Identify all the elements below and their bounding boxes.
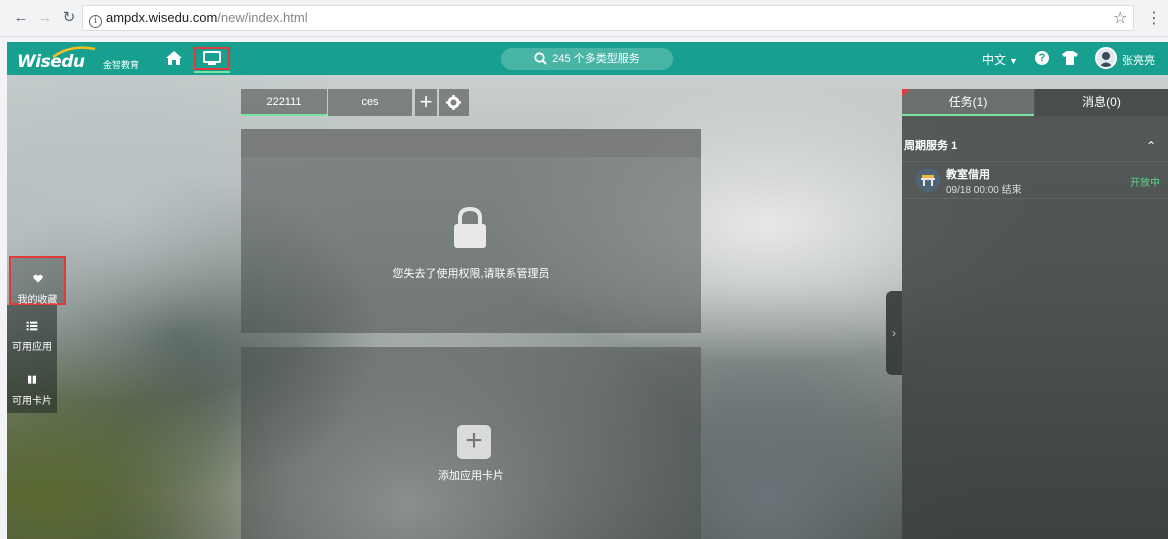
section-title: 周期服务 (904, 140, 948, 152)
forward-arrow-icon[interactable]: → (36, 9, 54, 27)
reload-icon[interactable]: ↻ (60, 9, 78, 27)
tab-222111[interactable]: 222111 (241, 89, 327, 116)
service-count-label: 245 个多类型服务 (552, 53, 640, 65)
panel-tabs: 任务(1) 消息(0) (902, 89, 1168, 116)
left-nav-label: 可用应用 (12, 342, 52, 353)
left-nav: 我的收藏 可用应用 可用卡片 (7, 256, 66, 413)
chevron-up-icon[interactable]: ⌃ (1146, 135, 1156, 157)
left-nav-favorites[interactable]: 我的收藏 (9, 256, 66, 306)
chevron-right-icon: › (892, 326, 896, 340)
brand-name-cn: 金智教育 (103, 60, 140, 70)
help-icon[interactable]: ? (1035, 51, 1049, 65)
heart-icon (32, 274, 43, 283)
left-nav-label: 我的收藏 (17, 295, 58, 306)
username[interactable]: 张亮亮 (1122, 52, 1155, 68)
address-bar[interactable]: i ampdx.wisedu.com/new/index.html (82, 5, 1134, 31)
url-path: /new/index.html (217, 10, 308, 25)
bookmark-star-icon[interactable]: ☆ (1113, 8, 1127, 28)
list-item[interactable]: 教室借用 09/18 00:00 结束 开放中 (902, 161, 1168, 199)
language-label: 中文 (982, 53, 1007, 67)
tab-tasks[interactable]: 任务(1) (902, 89, 1034, 116)
app-header: Wisedu 金智教育 245 个多类型服务 中文 ▼ ? 张亮亮 (7, 42, 1168, 75)
tab-settings-button[interactable] (439, 89, 469, 116)
service-search-button[interactable]: 245 个多类型服务 (501, 48, 673, 70)
home-icon[interactable] (165, 50, 183, 66)
periodic-services-header[interactable]: 周期服务 1 ⌃ (902, 135, 1168, 157)
permission-message: 您失去了使用权限,请联系管理员 (392, 268, 550, 280)
add-tab-button[interactable]: + (415, 89, 437, 116)
tab-ces[interactable]: ces (328, 89, 412, 116)
browser-menu-icon[interactable]: ⋮ (1146, 8, 1162, 28)
classroom-icon (916, 168, 940, 192)
site-info-icon[interactable]: i (89, 15, 102, 28)
logo-swoosh-icon (52, 46, 96, 58)
permission-denied-card: 您失去了使用权限,请联系管理员 (241, 129, 701, 333)
notification-flag (902, 89, 910, 97)
left-nav-label: 可用卡片 (12, 396, 52, 407)
lock-icon (454, 206, 486, 248)
item-title: 教室借用 (946, 169, 990, 181)
gear-icon (446, 95, 461, 110)
search-icon (534, 52, 547, 65)
active-indicator (194, 71, 230, 73)
card-header (241, 129, 701, 157)
tab-messages[interactable]: 消息(0) (1035, 89, 1168, 116)
task-panel: 任务(1) 消息(0) 周期服务 1 ⌃ 教室借用 09/18 00:00 结束… (902, 89, 1168, 539)
add-card-label: 添加应用卡片 (438, 470, 504, 482)
status-badge: 开放中 (1130, 178, 1160, 189)
user-avatar-icon (1099, 52, 1113, 67)
list-icon (26, 321, 38, 331)
add-card-placeholder[interactable]: + 添加应用卡片 (241, 347, 701, 539)
monitor-icon (203, 51, 221, 65)
language-selector[interactable]: 中文 ▼ (982, 51, 1018, 68)
section-count: 1 (951, 140, 958, 152)
collapse-panel-handle[interactable]: › (886, 291, 902, 375)
add-card-plus-icon[interactable]: + (457, 425, 491, 459)
browser-toolbar: ← → ↻ i ampdx.wisedu.com/new/index.html ☆… (0, 0, 1168, 37)
url-host: ampdx.wisedu.com (106, 10, 218, 25)
left-nav-available-cards[interactable]: 可用卡片 (7, 359, 57, 413)
left-nav-available-apps[interactable]: 可用应用 (7, 305, 57, 359)
theme-shirt-icon[interactable] (1061, 50, 1079, 66)
desktop-view-button[interactable] (194, 47, 230, 73)
back-arrow-icon[interactable]: ← (12, 9, 30, 27)
chevron-down-icon: ▼ (1009, 56, 1018, 66)
avatar[interactable] (1095, 47, 1117, 69)
item-time: 09/18 00:00 结束 (946, 185, 1022, 196)
columns-icon (28, 375, 36, 384)
